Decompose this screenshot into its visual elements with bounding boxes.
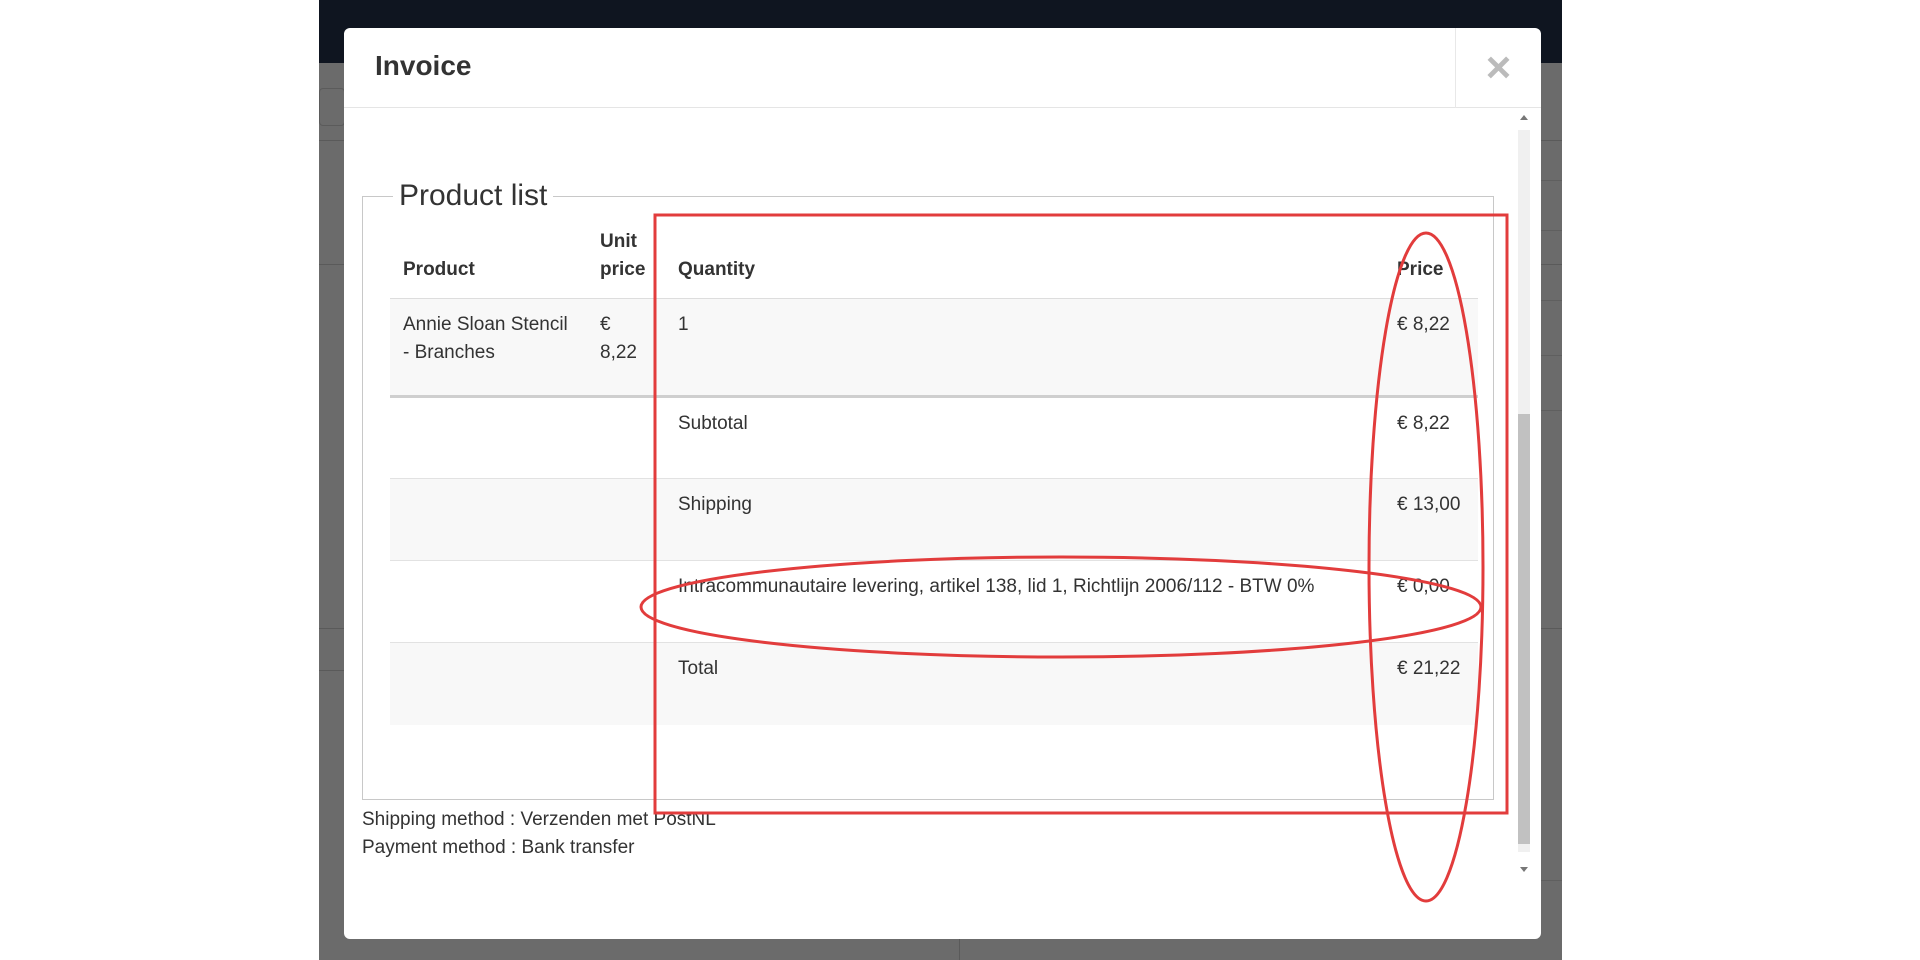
column-header-price: Price (1384, 220, 1478, 299)
summary-label: Subtotal (665, 396, 1384, 479)
fieldset-legend: Product list (393, 179, 554, 213)
table-row: Annie Sloan Stencil - Branches € 8,22 1 … (390, 298, 1478, 398)
scroll-thumb[interactable] (1518, 414, 1530, 844)
product-table: Product Unit price Quantity Price Annie … (390, 220, 1478, 725)
summary-value: € 13,00 (1384, 478, 1478, 561)
table-header-row: Product Unit price Quantity Price (390, 220, 1478, 299)
summary-row-vat: Intracommunautaire levering, artikel 138… (390, 560, 1478, 643)
empty-cell (587, 396, 665, 479)
summary-row-shipping: Shipping € 13,00 (390, 478, 1478, 561)
shipping-method-text: Shipping method : Verzenden met PostNL (362, 809, 716, 830)
summary-label: Shipping (665, 478, 1384, 561)
payment-method-text: Payment method : Bank transfer (362, 837, 635, 858)
order-methods: Shipping method : Verzenden met PostNL P… (362, 806, 716, 862)
scroll-down-arrow-icon[interactable] (1520, 867, 1528, 872)
unit-price-cell: € 8,22 (587, 298, 665, 398)
column-header-unit-price: Unit price (587, 220, 665, 299)
empty-cell (587, 642, 665, 725)
modal-scrollbar[interactable] (1517, 110, 1531, 874)
summary-value: € 0,00 (1384, 560, 1478, 643)
summary-label: Intracommunautaire levering, artikel 138… (665, 560, 1384, 643)
summary-label: Total (665, 642, 1384, 725)
modal-title: Invoice (375, 50, 472, 81)
price-cell: € 8,22 (1384, 298, 1478, 398)
product-name-cell: Annie Sloan Stencil - Branches (390, 298, 587, 398)
empty-cell (587, 478, 665, 561)
quantity-cell: 1 (665, 298, 1384, 398)
invoice-modal: Invoice × Product list Product Unit pric… (344, 28, 1541, 939)
empty-cell (390, 478, 587, 561)
summary-value: € 21,22 (1384, 642, 1478, 725)
empty-cell (587, 560, 665, 643)
modal-header: Invoice × (344, 28, 1541, 108)
empty-cell (390, 396, 587, 479)
background-tag (319, 88, 345, 126)
summary-value: € 8,22 (1384, 396, 1478, 479)
summary-row-subtotal: Subtotal € 8,22 (390, 396, 1478, 479)
column-header-product: Product (390, 220, 587, 299)
empty-cell (390, 642, 587, 725)
scroll-up-arrow-icon[interactable] (1520, 115, 1528, 120)
column-header-quantity: Quantity (665, 220, 1384, 299)
close-button[interactable]: × (1455, 28, 1541, 108)
empty-cell (390, 560, 587, 643)
summary-row-total: Total € 21,22 (390, 642, 1478, 725)
